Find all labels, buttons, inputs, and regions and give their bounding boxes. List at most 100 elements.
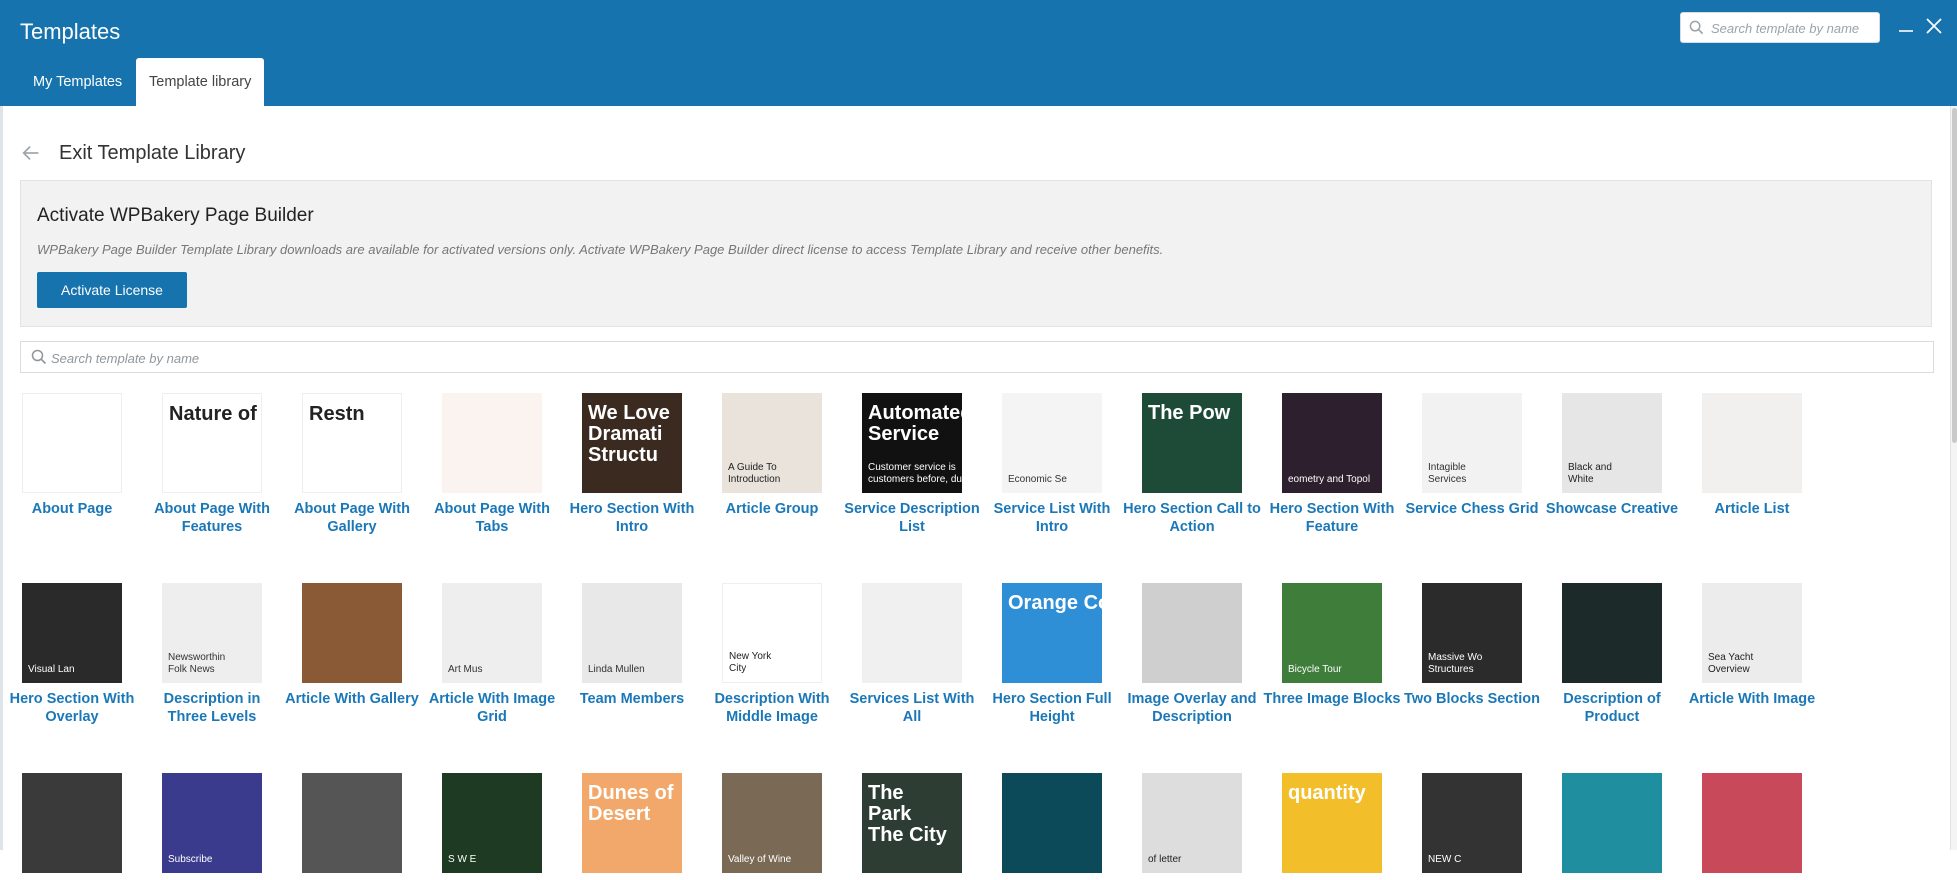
template-name[interactable]: Article With Image <box>1682 690 1822 708</box>
template-card[interactable] <box>302 773 402 880</box>
template-thumbnail[interactable]: Economic Se <box>1002 393 1102 493</box>
template-card[interactable]: New York City Description With Middle Ima… <box>714 583 830 726</box>
template-card[interactable]: Massive Wo Structures Two Blocks Section <box>1404 583 1540 708</box>
template-name[interactable]: About Page With Tabs <box>422 500 562 536</box>
library-search[interactable] <box>20 341 1934 373</box>
template-thumbnail[interactable]: Orange Count <box>1002 583 1102 683</box>
template-card[interactable]: Newsworthin Folk News Description in Thre… <box>162 583 262 726</box>
template-name[interactable]: Services List With All <box>842 690 982 726</box>
template-card[interactable]: Visual Lan Hero Section With Overlay <box>10 583 134 726</box>
template-thumbnail[interactable]: S W E <box>442 773 542 873</box>
template-card[interactable]: Automated Service Customer service is cus… <box>844 393 980 536</box>
template-card[interactable]: Image Overlay and Description <box>1128 583 1256 726</box>
template-card[interactable]: Art Mus Article With Image Grid <box>429 583 555 726</box>
template-card[interactable]: NEW C <box>1422 773 1522 880</box>
template-name[interactable]: Team Members <box>562 690 702 708</box>
template-thumbnail[interactable]: Massive Wo Structures <box>1422 583 1522 683</box>
template-card[interactable]: Black and White Showcase Creative <box>1546 393 1678 518</box>
template-card[interactable] <box>1562 773 1662 880</box>
template-name[interactable]: About Page With Features <box>142 500 282 536</box>
template-thumbnail[interactable]: Bicycle Tour <box>1282 583 1382 683</box>
template-name[interactable]: Hero Section Full Height <box>982 690 1122 726</box>
template-thumbnail[interactable]: Subscribe <box>162 773 262 873</box>
template-card[interactable]: Description of Product <box>1562 583 1662 726</box>
template-card[interactable]: Intagible Services Service Chess Grid <box>1406 393 1539 518</box>
template-card[interactable]: Article With Gallery <box>285 583 419 708</box>
template-thumbnail[interactable] <box>1702 773 1802 873</box>
template-card[interactable] <box>22 773 122 880</box>
template-thumbnail[interactable] <box>1142 583 1242 683</box>
library-search-input[interactable] <box>51 347 1921 369</box>
template-thumbnail[interactable]: Linda Mullen <box>582 583 682 683</box>
template-card[interactable]: About Page With Tabs <box>434 393 550 536</box>
template-thumbnail[interactable] <box>1702 393 1802 493</box>
template-thumbnail[interactable] <box>1562 583 1662 683</box>
template-card[interactable]: eometry and Topol Hero Section With Featu… <box>1270 393 1394 536</box>
template-thumbnail[interactable]: Visual Lan <box>22 583 122 683</box>
template-name[interactable]: Article Group <box>702 500 842 518</box>
template-name[interactable]: Article List <box>1682 500 1822 518</box>
template-card[interactable]: Orange CountHero Section Full Height <box>992 583 1112 726</box>
template-card[interactable]: of letter <box>1142 773 1242 880</box>
template-thumbnail[interactable] <box>302 583 402 683</box>
template-thumbnail[interactable]: Nature of De <box>162 393 262 493</box>
template-name[interactable]: Three Image Blocks <box>1262 690 1402 708</box>
template-thumbnail[interactable]: We Love Dramati Structu <box>582 393 682 493</box>
template-thumbnail[interactable]: The Park The City <box>862 773 962 873</box>
template-name[interactable]: Description With Middle Image <box>702 690 842 726</box>
template-card[interactable]: Valley of Wine <box>722 773 822 880</box>
template-thumbnail[interactable]: of letter <box>1142 773 1242 873</box>
header-search-input[interactable] <box>1711 17 1875 39</box>
template-thumbnail[interactable]: quantity <box>1282 773 1382 873</box>
template-name[interactable]: Showcase Creative <box>1542 500 1682 518</box>
template-name[interactable]: About Page <box>2 500 142 518</box>
template-thumbnail[interactable]: Black and White <box>1562 393 1662 493</box>
template-thumbnail[interactable] <box>302 773 402 873</box>
template-thumbnail[interactable]: Automated Service Customer service is cus… <box>862 393 962 493</box>
template-card[interactable]: Article List <box>1702 393 1802 518</box>
template-name[interactable]: Hero Section With Feature <box>1262 500 1402 536</box>
template-name[interactable]: About Page With Gallery <box>282 500 422 536</box>
template-card[interactable]: quantity <box>1282 773 1382 880</box>
template-thumbnail[interactable]: Sea Yacht Overview <box>1702 583 1802 683</box>
exit-template-library-link[interactable]: Exit Template Library <box>20 139 245 167</box>
template-card[interactable]: Restn About Page With Gallery <box>294 393 410 536</box>
template-card[interactable]: S W E <box>442 773 542 880</box>
template-name[interactable]: Hero Section With Intro <box>562 500 702 536</box>
template-thumbnail[interactable]: New York City <box>722 583 822 683</box>
template-name[interactable]: Service List With Intro <box>982 500 1122 536</box>
close-icon[interactable] <box>1922 14 1946 38</box>
activate-license-button[interactable]: Activate License <box>37 272 187 308</box>
template-card[interactable]: Dunes of Desert <box>582 773 682 880</box>
template-card[interactable]: Bicycle Tour Three Image Blocks <box>1264 583 1401 708</box>
template-name[interactable]: Article With Gallery <box>282 690 422 708</box>
template-thumbnail[interactable]: The Pow <box>1142 393 1242 493</box>
template-thumbnail[interactable]: eometry and Topol <box>1282 393 1382 493</box>
template-card[interactable]: About Page <box>22 393 122 518</box>
template-name[interactable]: Article With Image Grid <box>422 690 562 726</box>
template-thumbnail[interactable] <box>442 393 542 493</box>
template-card[interactable]: Sea Yacht Overview Article With Image <box>1689 583 1815 708</box>
template-thumbnail[interactable] <box>22 773 122 873</box>
template-thumbnail[interactable]: NEW C <box>1422 773 1522 873</box>
template-card[interactable]: Subscribe <box>162 773 262 880</box>
template-thumbnail[interactable]: A Guide To Introduction <box>722 393 822 493</box>
template-name[interactable]: Two Blocks Section <box>1402 690 1542 708</box>
template-name[interactable]: Service Description List <box>842 500 982 536</box>
tab-template-library[interactable]: Template library <box>136 58 265 106</box>
template-thumbnail[interactable]: Restn <box>302 393 402 493</box>
scrollbar-thumb[interactable] <box>1952 108 1957 443</box>
template-thumbnail[interactable]: Dunes of Desert <box>582 773 682 873</box>
template-card[interactable]: Economic Se Service List With Intro <box>994 393 1110 536</box>
template-card[interactable] <box>1002 773 1102 880</box>
template-card[interactable]: Linda Mullen Team Members <box>580 583 684 708</box>
template-thumbnail[interactable] <box>1002 773 1102 873</box>
template-card[interactable]: Services List With All <box>850 583 974 726</box>
template-thumbnail[interactable]: Intagible Services <box>1422 393 1522 493</box>
template-card[interactable]: The Park The City <box>862 773 962 880</box>
header-search[interactable] <box>1680 12 1880 43</box>
template-card[interactable]: Nature of DeAbout Page With Features <box>154 393 270 536</box>
template-thumbnail[interactable] <box>22 393 122 493</box>
template-card[interactable]: A Guide To Introduction Article Group <box>722 393 822 518</box>
template-thumbnail[interactable]: Art Mus <box>442 583 542 683</box>
